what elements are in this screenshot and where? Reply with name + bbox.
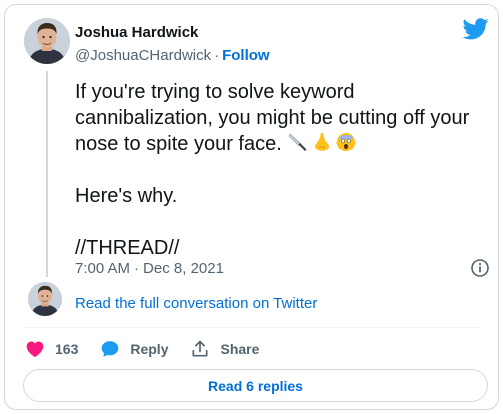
- date-separator: ·: [134, 260, 140, 277]
- tweet-body: If you're trying to solve keyword cannib…: [75, 79, 485, 261]
- conversation-avatar: [28, 282, 62, 316]
- follow-button[interactable]: Follow: [222, 47, 270, 64]
- tweet-date: Dec 8, 2021: [143, 260, 224, 277]
- user-avatar-icon: [28, 282, 62, 316]
- tweet-text: If you're trying to solve keyword cannib…: [75, 81, 475, 155]
- tweet-actions: 163 Reply Share: [25, 338, 281, 360]
- author-avatar[interactable]: [24, 18, 70, 64]
- handle-separator: ·: [214, 47, 220, 64]
- thread-line: [46, 71, 48, 277]
- author-name[interactable]: Joshua Hardwick: [75, 23, 198, 43]
- tweet-paragraph-3: //THREAD//: [75, 237, 180, 259]
- reply-button[interactable]: Reply: [100, 339, 168, 359]
- author-handle[interactable]: @JoshuaCHardwick: [75, 47, 211, 64]
- tweet-emojis: [287, 131, 357, 153]
- twitter-bird-icon[interactable]: [463, 18, 489, 40]
- like-count: 163: [55, 341, 79, 357]
- nose-emoji: [314, 133, 329, 151]
- read-replies-button[interactable]: Read 6 replies: [23, 369, 488, 402]
- share-button[interactable]: Share: [190, 339, 259, 359]
- share-label: Share: [220, 341, 260, 357]
- tweet-paragraph-2: Here's why.: [75, 185, 178, 207]
- info-icon[interactable]: [470, 258, 490, 278]
- reply-label: Reply: [130, 341, 169, 357]
- scream-emoji: [336, 133, 356, 151]
- like-button[interactable]: 163: [25, 339, 78, 359]
- actions-divider: [23, 327, 481, 328]
- author-handle-row: @JoshuaCHardwick · Follow: [75, 46, 270, 66]
- tweet-timestamp[interactable]: 7:00 AM · Dec 8, 2021: [75, 259, 224, 279]
- heart-icon: [26, 341, 44, 357]
- read-full-conversation-link[interactable]: Read the full conversation on Twitter: [75, 294, 317, 314]
- speech-bubble-icon: [102, 341, 119, 357]
- knife-emoji: [288, 133, 307, 151]
- tweet-time: 7:00 AM: [75, 260, 131, 277]
- user-avatar-icon: [24, 18, 70, 64]
- share-icon: [192, 340, 208, 357]
- tweet-card: Joshua Hardwick @JoshuaCHardwick · Follow …: [4, 4, 499, 410]
